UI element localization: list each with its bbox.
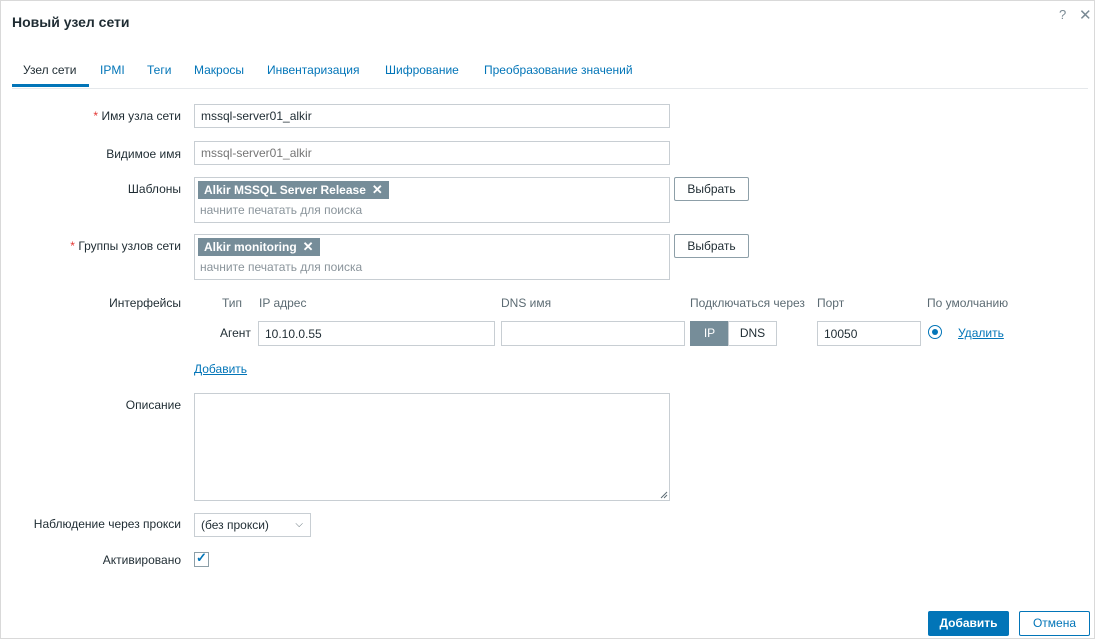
tab-macros[interactable]: Макросы [194, 63, 244, 77]
host-dialog: Новый узел сети ? ✕ Узел сети IPMI Теги … [0, 0, 1095, 639]
tab-host[interactable]: Узел сети [23, 63, 76, 77]
remove-chip-icon[interactable]: ✕ [303, 239, 314, 254]
host-name-label-text: Имя узла сети [101, 109, 181, 123]
col-default: По умолчанию [927, 296, 1009, 310]
remove-interface-link[interactable]: Удалить [958, 326, 1004, 340]
col-port: Порт [817, 296, 845, 310]
interface-ip-input[interactable] [258, 321, 495, 346]
required-mark: * [93, 109, 99, 123]
tab-ipmi[interactable]: IPMI [100, 63, 125, 77]
tab-inventory[interactable]: Инвентаризация [267, 63, 359, 77]
proxy-select[interactable]: (без прокси) ⌵ [194, 513, 311, 537]
proxy-label: Наблюдение через прокси [33, 517, 181, 531]
tab-encryption[interactable]: Шифрование [385, 63, 459, 77]
template-chip: Alkir MSSQL Server Release ✕ [198, 181, 389, 199]
col-type: Тип [222, 296, 243, 310]
templates-label: Шаблоны [127, 182, 181, 196]
description-label: Описание [125, 398, 181, 412]
host-name-label: * Имя узла сети [93, 109, 181, 123]
interfaces-label: Интерфейсы [109, 296, 181, 310]
add-button[interactable]: Добавить [928, 611, 1009, 636]
interface-type: Агент [220, 326, 251, 340]
visible-name-label: Видимое имя [106, 147, 181, 161]
host-groups-select-button[interactable]: Выбрать [674, 234, 749, 258]
dialog-title: Новый узел сети [12, 14, 130, 30]
checkmark-icon: ✓ [196, 550, 207, 565]
default-interface-radio[interactable] [928, 325, 942, 339]
required-mark: * [70, 239, 75, 253]
tab-bar: Узел сети IPMI Теги Макросы Инвентаризац… [12, 61, 1088, 89]
host-group-chip: Alkir monitoring ✕ [198, 238, 320, 256]
templates-search-placeholder[interactable]: начните печатать для поиска [200, 203, 362, 217]
proxy-selected-value: (без прокси) [201, 518, 269, 532]
interface-port-input[interactable] [817, 321, 921, 346]
connect-dns-toggle[interactable]: DNS [728, 321, 777, 346]
templates-multiselect[interactable]: Alkir MSSQL Server Release ✕ начните печа… [194, 177, 670, 223]
question-icon[interactable]: ? [1059, 7, 1066, 22]
resize-handle-icon[interactable] [660, 491, 668, 499]
tab-tags[interactable]: Теги [147, 63, 171, 77]
col-ip: IP адрес [259, 296, 307, 310]
remove-chip-icon[interactable]: ✕ [372, 182, 383, 197]
connect-ip-toggle[interactable]: IP [690, 321, 729, 346]
active-tab-indicator [12, 84, 89, 87]
col-dns: DNS имя [501, 296, 552, 310]
templates-select-button[interactable]: Выбрать [674, 177, 749, 201]
template-chip-label: Alkir MSSQL Server Release [204, 183, 366, 197]
enabled-label: Активировано [102, 553, 181, 567]
host-groups-label-text: Группы узлов сети [78, 239, 181, 253]
close-icon[interactable]: ✕ [1079, 6, 1092, 24]
add-interface-link[interactable]: Добавить [194, 362, 247, 376]
host-groups-label: * Группы узлов сети [70, 239, 181, 253]
cancel-button[interactable]: Отмена [1019, 611, 1090, 636]
description-textarea[interactable] [194, 393, 670, 501]
tab-value-mapping[interactable]: Преобразование значений [484, 63, 633, 77]
col-connect: Подключаться через [690, 296, 805, 310]
host-groups-search-placeholder[interactable]: начните печатать для поиска [200, 260, 362, 274]
enabled-checkbox[interactable]: ✓ [194, 550, 209, 567]
interface-dns-input[interactable] [501, 321, 685, 346]
host-group-chip-label: Alkir monitoring [204, 240, 297, 254]
visible-name-input[interactable] [194, 141, 670, 165]
host-groups-multiselect[interactable]: Alkir monitoring ✕ начните печатать для п… [194, 234, 670, 280]
chevron-down-icon: ⌵ [295, 519, 303, 530]
host-name-input[interactable] [194, 104, 670, 128]
